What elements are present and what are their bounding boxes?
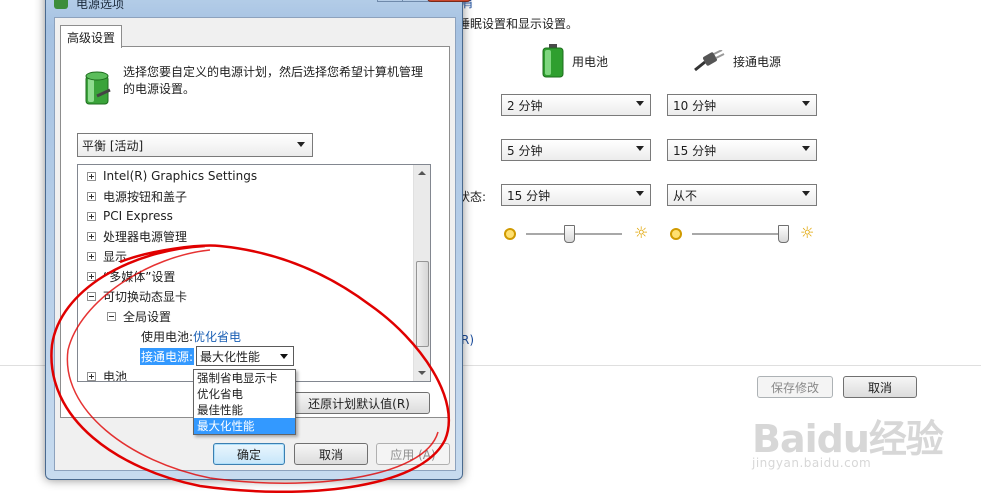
tree-scrollbar[interactable]: [413, 165, 430, 381]
expand-icon[interactable]: [87, 251, 96, 261]
save-changes-button[interactable]: 保存修改: [757, 376, 833, 398]
chevron-down-icon: [636, 101, 644, 106]
chevron-down-icon: [636, 191, 644, 196]
plugged-column-header: 接通电源: [693, 50, 781, 72]
tree-item-battery-setting[interactable]: 使用电池: 优化省电: [141, 326, 241, 346]
settings-intro-text: 睡眠设置和显示设置。: [458, 17, 579, 31]
option-optimize-power[interactable]: 优化省电: [194, 386, 295, 402]
apply-button[interactable]: 应用 (A): [376, 443, 450, 465]
battery-icon: [542, 44, 564, 78]
option-force-power-saving[interactable]: 强制省电显示卡: [194, 370, 295, 386]
chevron-down-icon: [802, 146, 810, 151]
expand-icon[interactable]: [87, 371, 96, 381]
dim-sun-icon: [670, 228, 682, 240]
chevron-down-icon: [802, 101, 810, 106]
expand-icon[interactable]: [87, 271, 96, 281]
battery-column-header: 用电池: [542, 44, 608, 78]
turn-off-display-battery-select[interactable]: 5 分钟: [501, 139, 651, 161]
chevron-down-icon: [297, 142, 305, 147]
tree-item[interactable]: 电源按钮和盖子: [87, 186, 187, 206]
expand-icon[interactable]: [87, 191, 96, 201]
cancel-button[interactable]: 取消: [294, 443, 368, 465]
scroll-up-icon[interactable]: [414, 165, 430, 181]
bg-cancel-button[interactable]: 取消: [843, 376, 917, 398]
restore-defaults-button[interactable]: 还原计划默认值(R): [288, 392, 430, 414]
tree-item[interactable]: Intel(R) Graphics Settings: [87, 166, 257, 186]
tree-item[interactable]: 可切换动态显卡: [87, 286, 187, 306]
expand-icon[interactable]: [87, 211, 96, 221]
bright-sun-icon: ☼: [634, 223, 649, 242]
ok-button[interactable]: 确定: [213, 443, 285, 465]
scroll-thumb[interactable]: [416, 261, 429, 347]
tree-item[interactable]: 显示: [87, 246, 127, 266]
chevron-down-icon: [636, 146, 644, 151]
watermark-logo: Baidu经验: [752, 417, 944, 461]
tree-item[interactable]: PCI Express: [87, 206, 173, 226]
plug-icon: [694, 50, 725, 72]
slider-thumb[interactable]: [778, 225, 790, 243]
power-plan-select[interactable]: 平衡 [活动]: [77, 133, 313, 157]
slider-thumb[interactable]: [564, 225, 576, 243]
close-button[interactable]: ✕: [427, 0, 471, 2]
plugged-in-options-list: 强制省电显示卡 优化省电 最佳性能 最大化性能: [193, 369, 296, 435]
sleep-battery-select[interactable]: 15 分钟: [501, 184, 651, 206]
dim-display-plugged-select[interactable]: 10 分钟: [667, 94, 817, 116]
option-maximize-performance[interactable]: 最大化性能: [194, 418, 295, 434]
chevron-down-icon: [280, 354, 289, 359]
power-options-icon: [54, 0, 68, 9]
sleep-plugged-select[interactable]: 从不: [667, 184, 817, 206]
watermark: Baidu经验 jingyan.baidu.com: [752, 408, 944, 470]
tree-item[interactable]: “多媒体”设置: [87, 266, 175, 286]
maximize-button[interactable]: [402, 0, 430, 2]
collapse-icon[interactable]: [87, 291, 96, 301]
minimize-button[interactable]: [377, 0, 405, 2]
battery-label: 用电池: [572, 54, 609, 69]
chevron-down-icon: [802, 191, 810, 196]
settings-tree: Intel(R) Graphics Settings 电源按钮和盖子 PCI E…: [77, 164, 431, 382]
brightness-plugged-slider[interactable]: ☼: [668, 224, 820, 244]
tree-item[interactable]: 处理器电源管理: [87, 226, 187, 246]
tree-item[interactable]: 全局设置: [107, 306, 171, 326]
brightness-battery-slider[interactable]: ☼: [502, 224, 654, 244]
bright-sun-icon: ☼: [800, 223, 815, 242]
power-plan-icon: [85, 71, 111, 105]
dim-sun-icon: [504, 228, 516, 240]
option-best-performance[interactable]: 最佳性能: [194, 402, 295, 418]
turn-off-display-plugged-select[interactable]: 15 分钟: [667, 139, 817, 161]
dialog-intro-text: 选择您要自定义的电源计划，然后选择您希望计算机管理的电源设置。: [123, 65, 424, 96]
plugged-in-label: 接通电源:: [140, 347, 195, 365]
expand-icon[interactable]: [87, 171, 96, 181]
tree-item[interactable]: 电池: [87, 366, 127, 381]
tab-advanced-settings[interactable]: 高级设置: [60, 25, 123, 48]
plugged-in-combo[interactable]: 最大化性能: [196, 346, 295, 366]
collapse-icon[interactable]: [107, 311, 116, 321]
expand-icon[interactable]: [87, 231, 96, 241]
slider-track: [692, 233, 788, 236]
tree-item-plugged-setting[interactable]: 接通电源: 最大化性能: [140, 346, 295, 366]
watermark-site: jingyan.baidu.com: [752, 456, 872, 470]
scroll-down-icon[interactable]: [414, 365, 430, 381]
window-title: 电源选项: [76, 0, 125, 11]
battery-value: 优化省电: [193, 329, 242, 344]
dim-display-battery-select[interactable]: 2 分钟: [501, 94, 651, 116]
plugged-label: 接通电源: [733, 54, 782, 69]
